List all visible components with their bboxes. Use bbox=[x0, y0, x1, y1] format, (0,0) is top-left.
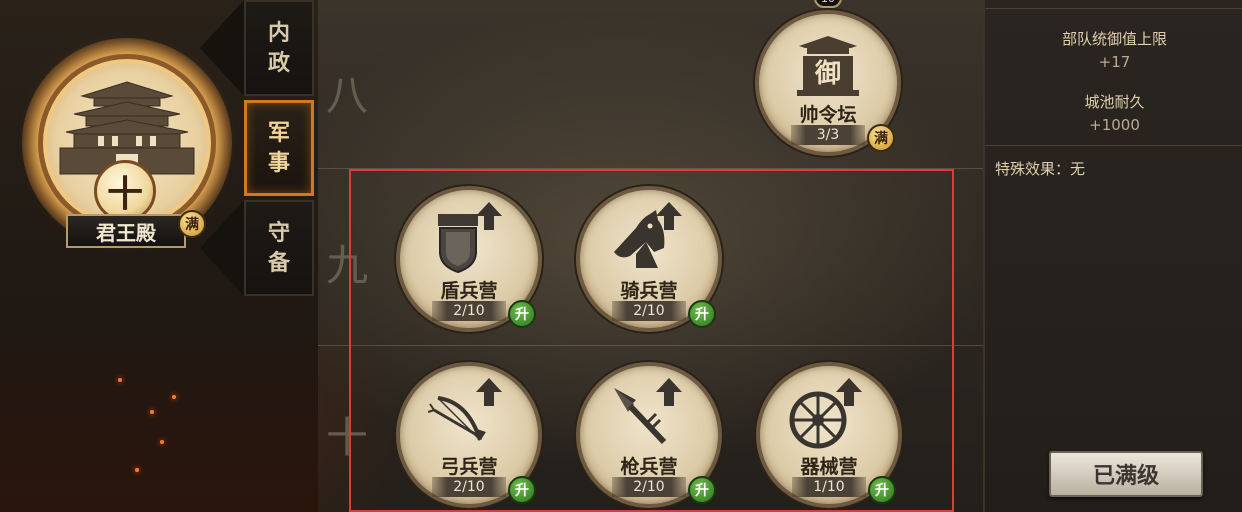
building-commander-altar[interactable]: 御 帅令坛 3/3 满 bbox=[755, 10, 901, 160]
special-effect-text: 特殊效果：无 bbox=[995, 160, 1086, 178]
panel-divider bbox=[985, 8, 1242, 9]
hall-name-plate: 君王殿 bbox=[66, 214, 186, 248]
full-level-badge: 满 bbox=[867, 124, 895, 152]
stat-troop-command-value: +17 bbox=[1098, 53, 1131, 71]
tab-defense[interactable]: 守备 bbox=[244, 200, 314, 296]
city-building-screen: 十 君王殿 满 内政 军事 守备 八 九 十 10 御 帅令坛 3/3 满 bbox=[0, 0, 1242, 512]
building-name: 帅令坛 bbox=[799, 104, 857, 126]
building-level: 3/3 bbox=[791, 125, 865, 145]
altar-emblem: 御 bbox=[814, 58, 841, 89]
panel-divider bbox=[985, 145, 1242, 146]
ember-particle bbox=[160, 440, 164, 444]
tab-wedge bbox=[200, 0, 244, 96]
top-counter: 10 bbox=[814, 0, 842, 8]
ember-particle bbox=[135, 468, 139, 472]
max-level-button[interactable]: 已满级 bbox=[1049, 451, 1203, 497]
stat-troop-command-label: 部队统御值上限 bbox=[1061, 30, 1167, 48]
stat-city-durability-value: +1000 bbox=[1089, 116, 1140, 134]
ember-particle bbox=[118, 378, 122, 382]
hall-level-badge: 十 bbox=[94, 160, 156, 222]
selection-highlight bbox=[349, 169, 954, 512]
tier-label-8: 八 bbox=[326, 71, 369, 120]
building-info-panel: 部队统御值上限 +17 城池耐久 +1000 特殊效果：无 bbox=[983, 0, 1242, 512]
altar-icon: 御 bbox=[797, 36, 859, 96]
tab-military[interactable]: 军事 bbox=[244, 100, 314, 196]
tab-wedge bbox=[200, 200, 244, 296]
tab-civil-affairs[interactable]: 内政 bbox=[244, 0, 314, 96]
ember-particle bbox=[150, 410, 154, 414]
stat-city-durability-label: 城池耐久 bbox=[1084, 93, 1145, 111]
ember-particle bbox=[172, 395, 176, 399]
